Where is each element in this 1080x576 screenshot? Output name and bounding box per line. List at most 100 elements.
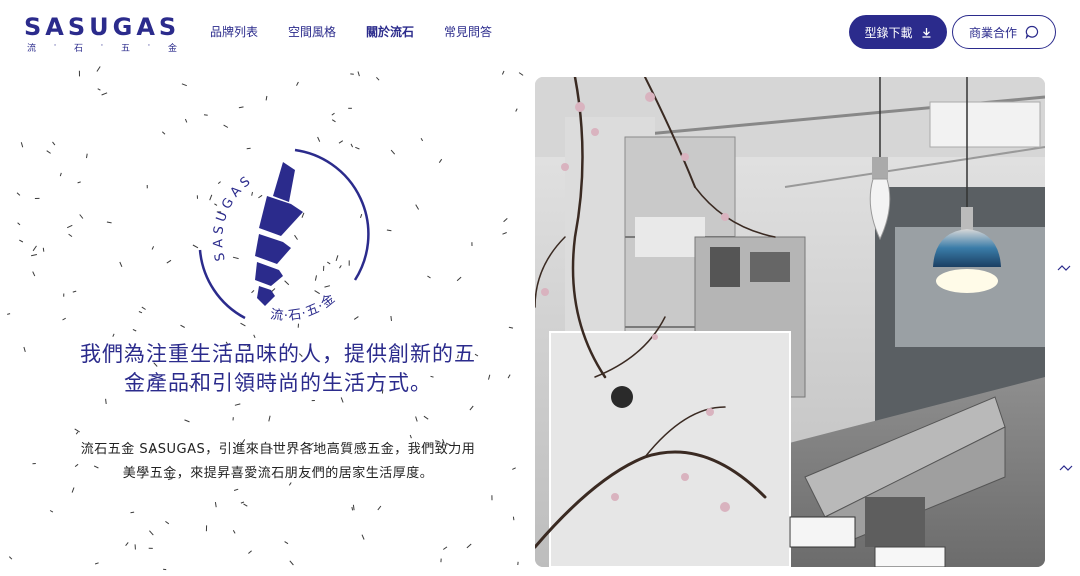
- confetti-dash: [8, 556, 13, 560]
- confetti-dash: [284, 541, 289, 545]
- download-icon: [921, 27, 932, 38]
- nav-item-brands[interactable]: 品牌列表: [210, 24, 258, 40]
- confetti-dash: [184, 118, 188, 123]
- confetti-dash: [361, 534, 365, 540]
- confetti-dash: [59, 172, 62, 177]
- confetti-dash: [340, 397, 344, 403]
- confetti-dash: [30, 254, 38, 257]
- confetti-dash: [469, 405, 474, 411]
- nav-item-about[interactable]: 關於流石: [366, 24, 414, 40]
- brand-subtitle-char: 金: [167, 44, 177, 54]
- confetti-dash: [68, 233, 73, 238]
- confetti-dash: [268, 415, 271, 422]
- business-cooperation-button[interactable]: 商業合作: [952, 15, 1056, 49]
- confetti-dash: [79, 214, 84, 219]
- brand-wordmark: SASUGAS: [24, 13, 181, 41]
- confetti-dash: [23, 346, 26, 353]
- main-nav: 品牌列表 空間風格 關於流石 常見問答: [210, 24, 492, 40]
- confetti-dash: [331, 112, 335, 116]
- site-header: SASUGAS 流 · 石 · 五 · 金 品牌列表 空間風格 關於流石 常見問…: [0, 0, 1080, 66]
- nav-item-styles[interactable]: 空間風格: [288, 24, 336, 40]
- confetti-dash: [253, 334, 256, 339]
- brand-subtitle-char: ·: [53, 41, 57, 51]
- confetti-dash: [415, 204, 420, 210]
- emblem-ring-text: SASUGAS: [211, 172, 252, 263]
- brand-subtitle-char: 流: [27, 44, 37, 54]
- confetti-dash: [46, 150, 51, 154]
- confetti-dash: [265, 95, 268, 101]
- chat-bubble-icon: [1025, 25, 1039, 39]
- confetti-dash: [518, 72, 524, 76]
- confetti-dash: [75, 431, 79, 435]
- confetti-dash: [184, 419, 190, 423]
- confetti-dash: [17, 222, 21, 226]
- confetti-dash: [74, 428, 80, 433]
- confetti-dash: [466, 543, 472, 549]
- hero-description: 流石五金 SASUGAS，引進來自世界各地高質感五金，我們致力用美學五金，來提昇…: [80, 442, 476, 481]
- confetti-dash: [456, 276, 462, 282]
- confetti-dash: [149, 530, 154, 536]
- confetti-dash: [132, 328, 137, 332]
- emblem-sub-text: 流·石·五·金: [269, 290, 337, 324]
- confetti-dash: [233, 488, 239, 491]
- confetti-dash: [71, 487, 75, 493]
- confetti-dash: [130, 511, 135, 514]
- confetti-dash: [390, 315, 392, 321]
- confetti-dash: [66, 224, 73, 229]
- hero-headline: 我們為注重生活品味的人，提供創新的五金產品和引領時尚的生活方式。: [80, 342, 476, 395]
- confetti-dash: [96, 66, 101, 72]
- brand-logo[interactable]: SASUGAS 流 · 石 · 五 · 金: [24, 14, 184, 54]
- confetti-dash: [386, 229, 392, 232]
- confetti-dash: [232, 530, 236, 534]
- brand-emblem: SASUGAS 流·石·五·金: [185, 140, 375, 330]
- confetti-dash: [151, 246, 155, 250]
- brand-subtitle-char: 五: [120, 44, 130, 54]
- svg-text:SASUGAS: SASUGAS: [211, 172, 256, 263]
- confetti-dash: [105, 398, 107, 405]
- brand-subtitle-char: ·: [147, 41, 151, 51]
- confetti-dash: [420, 138, 424, 142]
- confetti-dash: [181, 83, 187, 87]
- confetti-dash: [141, 306, 146, 310]
- confetti-dash: [20, 142, 24, 148]
- confetti-dash: [165, 520, 170, 525]
- confetti-dash: [16, 192, 21, 196]
- confetti-dash: [390, 149, 396, 155]
- confetti-dash: [32, 271, 36, 277]
- brand-subtitle-char: 石: [73, 44, 83, 54]
- confetti-dash: [166, 259, 172, 264]
- confetti-dash: [238, 106, 244, 109]
- confetti-dash: [94, 562, 99, 565]
- confetti-dash: [427, 275, 431, 279]
- confetti-dash: [488, 374, 491, 380]
- confetti-dash: [515, 108, 518, 112]
- confetti-dash: [101, 92, 108, 96]
- confetti-dash: [7, 313, 11, 315]
- confetti-dash: [214, 502, 217, 508]
- confetti-squiggle: [1059, 465, 1073, 471]
- confetti-dash: [512, 516, 515, 521]
- confetti-dash: [72, 290, 77, 293]
- brand-subtitle: 流 · 石 · 五 · 金: [24, 41, 177, 54]
- nav-item-faq[interactable]: 常見問答: [444, 24, 492, 40]
- confetti-dash: [423, 415, 429, 420]
- confetti-squiggle: [1057, 265, 1071, 271]
- confetti-dash: [512, 467, 516, 470]
- confetti-dash: [377, 505, 382, 511]
- emblem-mark: [255, 162, 303, 306]
- confetti-dash: [161, 131, 166, 135]
- confetti-dash: [502, 232, 507, 235]
- svg-text:流·石·五·金: 流·石·五·金: [269, 290, 338, 324]
- confetti-dash: [19, 239, 24, 243]
- confetti-dash: [503, 218, 508, 223]
- confetti-dash: [106, 221, 112, 224]
- confetti-dash: [77, 181, 81, 184]
- catalog-download-button[interactable]: 型錄下載: [849, 15, 947, 49]
- confetti-dash: [508, 326, 514, 329]
- confetti-dash: [507, 374, 511, 379]
- confetti-dash: [415, 416, 418, 422]
- confetti-dash: [112, 333, 115, 337]
- confetti-dash: [62, 317, 66, 321]
- confetti-dash: [97, 88, 101, 91]
- confetti-dash: [125, 542, 129, 547]
